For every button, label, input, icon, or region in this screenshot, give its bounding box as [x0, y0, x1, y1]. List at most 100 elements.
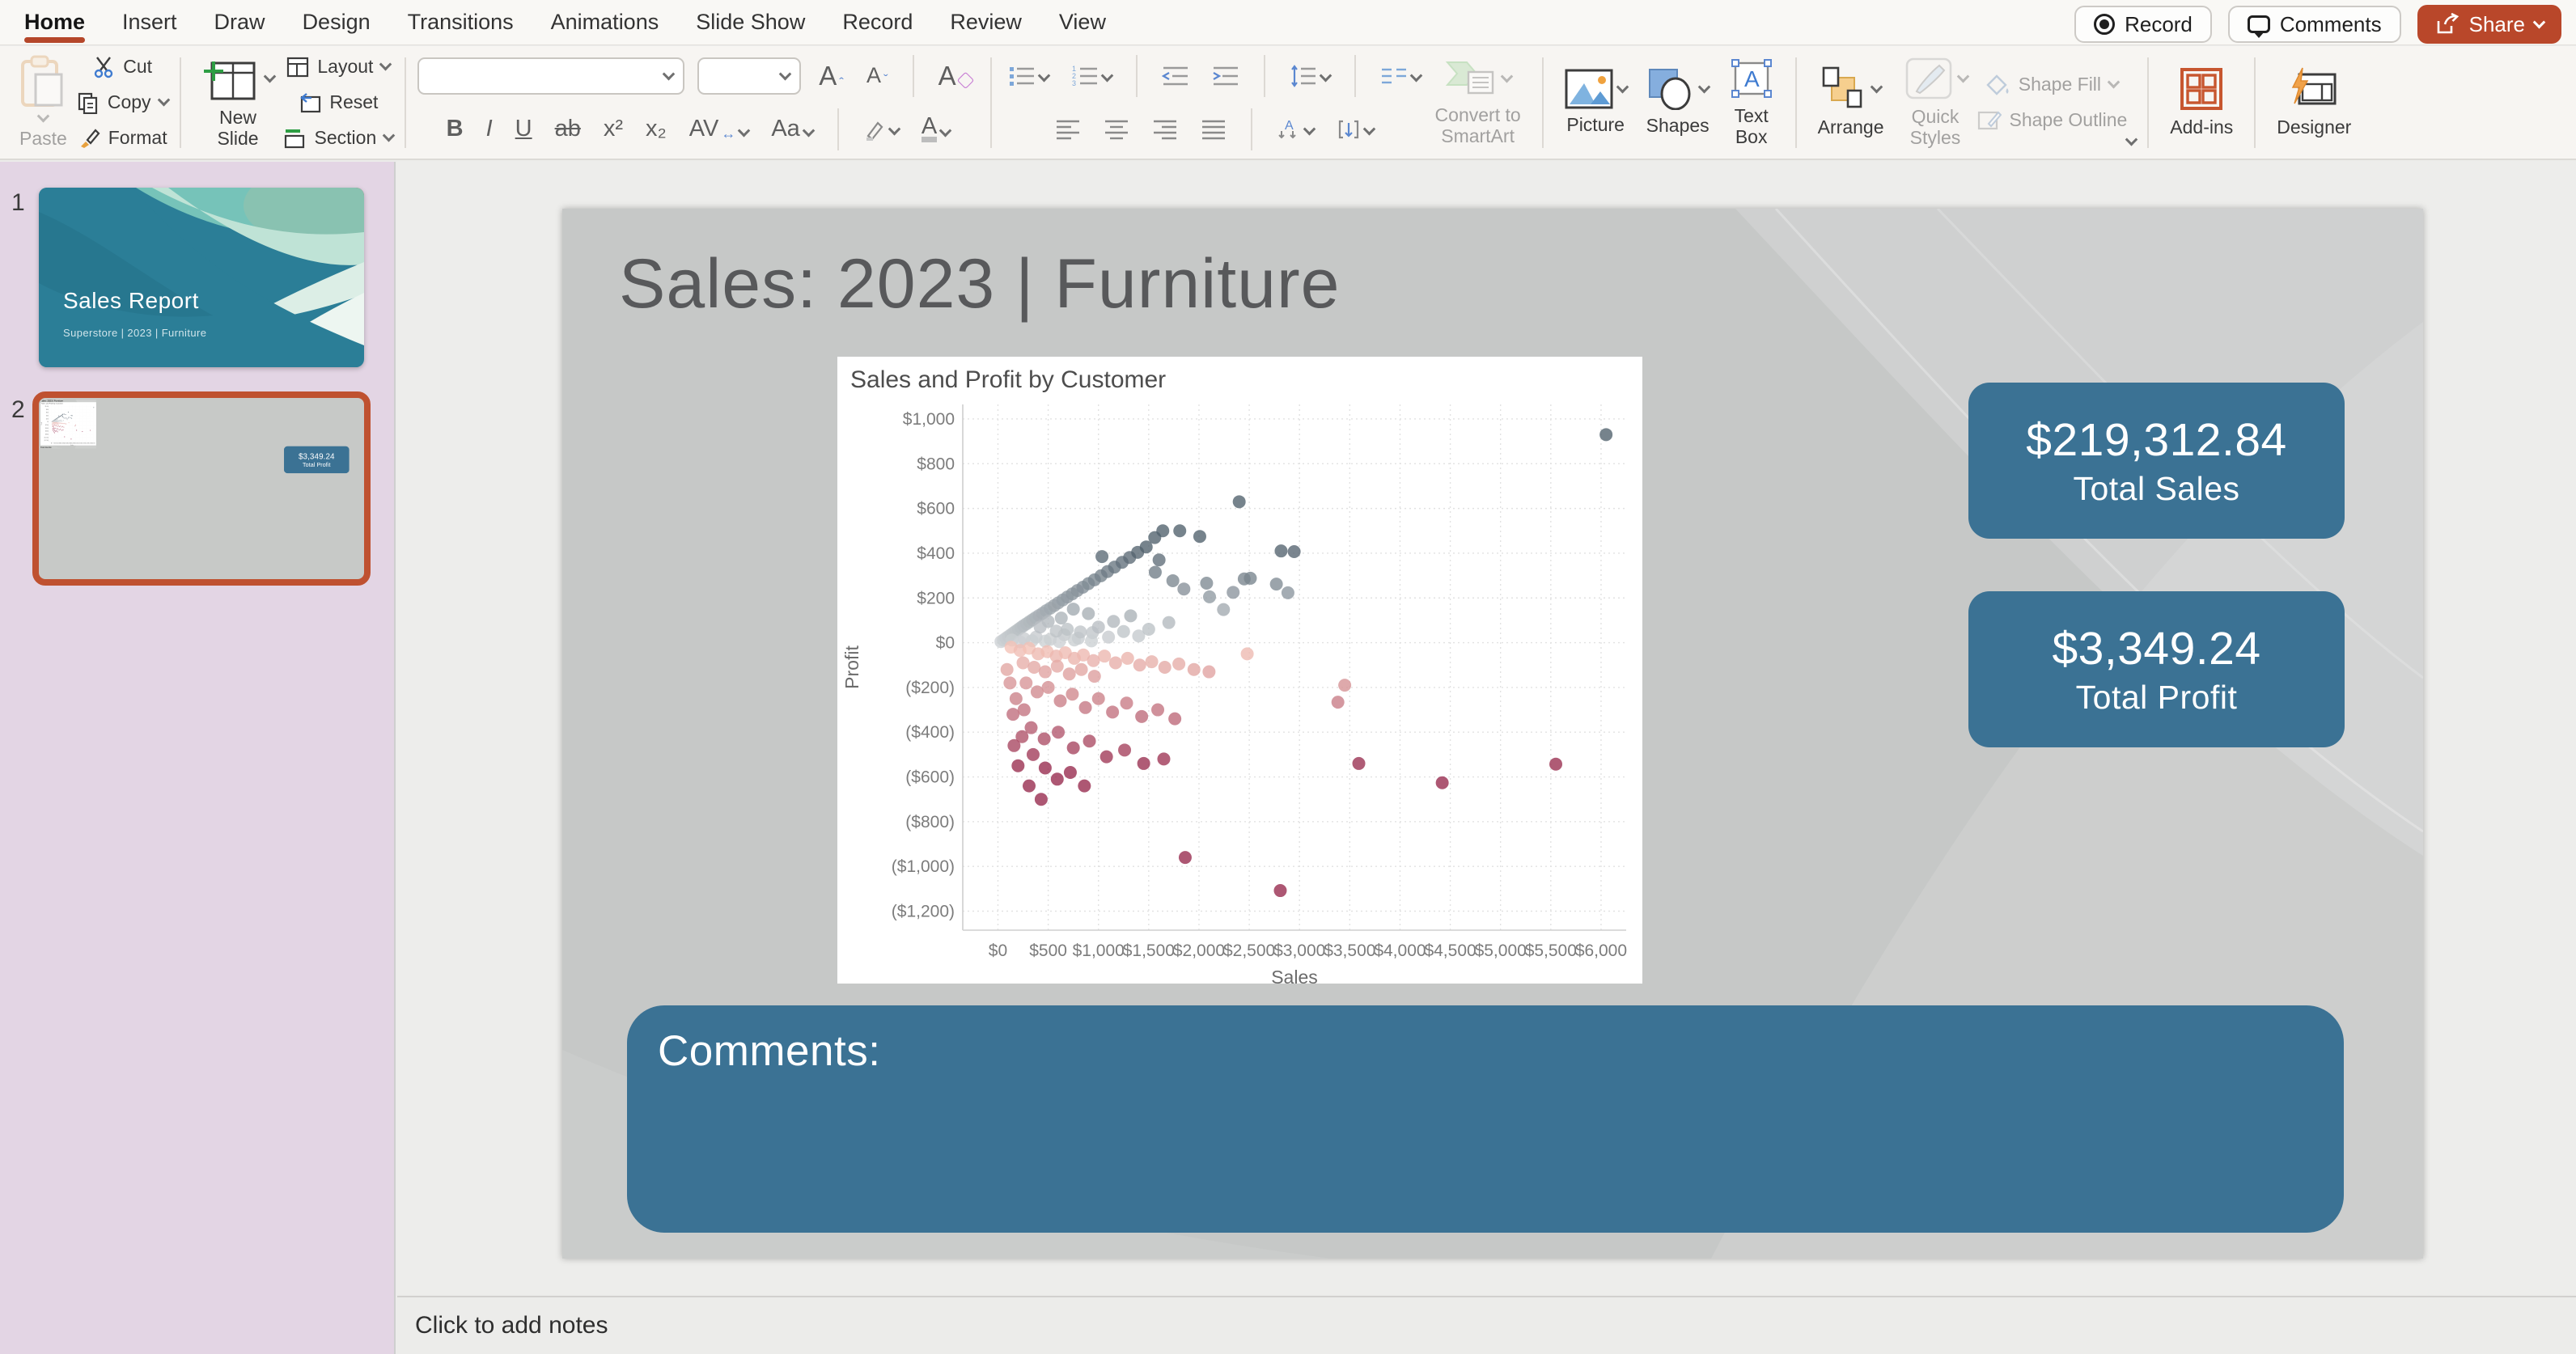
ribbon-divider: [1794, 57, 1797, 148]
new-slide-button[interactable]: New Slide: [193, 50, 284, 154]
paste-button[interactable]: Paste: [10, 50, 77, 154]
change-case-button[interactable]: Aa: [766, 116, 817, 142]
copy-button[interactable]: Copy: [77, 89, 170, 116]
font-size-select[interactable]: [697, 57, 802, 95]
tab-review[interactable]: Review: [950, 0, 1022, 44]
slide-1-thumbnail[interactable]: Sales Report Superstore | 2023 | Furnitu…: [39, 188, 364, 367]
convert-smartart-button[interactable]: Convert to SmartArt: [1426, 53, 1531, 152]
comments-label: Comments:: [658, 1027, 881, 1075]
underline-button[interactable]: U: [511, 116, 537, 142]
slide-1-title: Sales Report: [63, 288, 199, 313]
svg-text:$1,000: $1,000: [45, 406, 49, 408]
tab-record[interactable]: Record: [842, 0, 913, 44]
bullets-button[interactable]: [1003, 65, 1053, 87]
decrease-indent-button[interactable]: [1157, 65, 1194, 87]
line-spacing-button[interactable]: [1285, 64, 1335, 87]
add-ins-icon: [2179, 66, 2224, 112]
comments-text-box[interactable]: Comments:: [627, 1005, 2344, 1233]
svg-text:$3,500: $3,500: [1324, 941, 1375, 960]
bullets-chevron-icon: [1037, 69, 1050, 82]
svg-text:$200: $200: [917, 589, 955, 607]
strikethrough-button[interactable]: ab: [550, 116, 586, 142]
shape-fill-button[interactable]: Shape Fill: [1986, 71, 2121, 99]
new-slide-chevron-icon: [263, 70, 276, 83]
numbering-chevron-icon: [1100, 69, 1113, 82]
total-sales-kpi-card[interactable]: $219,312.84 Total Sales: [1968, 383, 2345, 539]
align-left-button[interactable]: [1050, 119, 1086, 140]
bullets-icon: [1009, 66, 1034, 86]
tab-insert[interactable]: Insert: [122, 0, 177, 44]
font-name-select[interactable]: [417, 57, 685, 95]
shape-outline-button[interactable]: Shape Outline: [1977, 107, 2127, 134]
comments-button[interactable]: Comments: [2227, 6, 2401, 43]
format-painter-button[interactable]: Format: [78, 125, 167, 152]
tab-slide-show[interactable]: Slide Show: [696, 0, 805, 44]
layout-button[interactable]: Layout: [286, 53, 392, 81]
bold-button[interactable]: B: [442, 116, 468, 142]
slide-title-text[interactable]: Sales: 2023 | Furniture: [619, 244, 1340, 324]
svg-text:$4,500: $4,500: [1424, 941, 1476, 960]
tab-transitions[interactable]: Transitions: [408, 0, 514, 44]
shapes-button[interactable]: Shapes: [1637, 63, 1719, 142]
notes-placeholder: Click to add notes: [415, 1312, 608, 1339]
slide-editing-surface[interactable]: Sales: 2023 | Furniture $1,000 $800 $600 $4…: [562, 209, 2423, 1259]
notes-pane[interactable]: Click to add notes: [397, 1296, 2576, 1354]
svg-text:$4,000: $4,000: [1374, 941, 1426, 960]
designer-label: Designer: [2277, 116, 2352, 138]
subscript-button[interactable]: x₂: [641, 116, 672, 142]
text-direction-button[interactable]: A: [1272, 118, 1319, 141]
quick-styles-button[interactable]: Quick Styles: [1894, 51, 1977, 154]
smartart-icon: [1444, 57, 1514, 99]
picture-button[interactable]: Picture: [1555, 64, 1637, 141]
reset-button[interactable]: Reset: [299, 89, 378, 116]
superscript-button[interactable]: x²: [599, 116, 628, 142]
increase-indent-icon: [1213, 66, 1238, 85]
justify-button[interactable]: [1196, 119, 1231, 140]
slide-2-thumbnail-selected[interactable]: Sales: 2023 | Furniture $1,000 $800 $600 $4…: [32, 391, 371, 586]
copy-icon: [78, 92, 97, 114]
highlight-button[interactable]: [858, 118, 904, 141]
total-profit-kpi-card[interactable]: $3,349.24 Total Profit: [1968, 591, 2345, 747]
text-box-button[interactable]: A Text Box: [1719, 52, 1784, 153]
designer-button[interactable]: Designer: [2267, 61, 2361, 143]
increase-indent-button[interactable]: [1207, 65, 1244, 87]
grow-font-button[interactable]: Aˆ: [814, 61, 849, 91]
tab-animations[interactable]: Animations: [551, 0, 659, 44]
svg-text:Profit: Profit: [40, 421, 43, 425]
scatter-chart[interactable]: $1,000 $800 $600 $400 $200 $0 ($200) ($400) ($60…: [837, 357, 1642, 984]
ribbon-collapse-chevron-icon[interactable]: [2125, 133, 2138, 150]
tab-home[interactable]: Home: [24, 0, 86, 44]
align-text-vertical-button[interactable]: [1332, 118, 1379, 141]
italic-button[interactable]: I: [481, 116, 498, 142]
arrange-button[interactable]: Arrange: [1808, 61, 1894, 143]
tab-design[interactable]: Design: [303, 0, 371, 44]
tab-draw[interactable]: Draw: [214, 0, 265, 44]
character-spacing-button[interactable]: AV ↔: [684, 116, 754, 142]
font-color-chevron-icon: [938, 124, 952, 138]
add-ins-button[interactable]: Add-ins: [2160, 61, 2243, 143]
share-button[interactable]: Share: [2417, 5, 2561, 44]
decrease-indent-icon: [1161, 66, 1188, 85]
layout-icon: [287, 57, 309, 77]
font-color-button[interactable]: A: [917, 114, 955, 143]
font-name-chevron-icon: [662, 67, 676, 80]
svg-text:($400): ($400): [905, 723, 955, 742]
line-spacing-icon: [1290, 64, 1316, 87]
record-button[interactable]: Record: [2074, 6, 2212, 43]
svg-text:$3,000: $3,000: [70, 442, 74, 444]
svg-text:$5,000: $5,000: [1475, 941, 1527, 960]
slide-2-number: 2: [11, 396, 25, 423]
change-case-chevron-icon: [802, 124, 816, 138]
quick-styles-chevron-icon: [1956, 70, 1969, 83]
slide-editing-surface[interactable]: Sales: 2023 | Furniture $1,000 $800 $600 $4…: [40, 400, 350, 474]
align-center-button[interactable]: [1099, 119, 1134, 140]
align-right-button[interactable]: [1147, 119, 1183, 140]
cut-button[interactable]: Cut: [92, 53, 152, 81]
section-button[interactable]: Section: [284, 125, 396, 152]
arrange-chevron-icon: [1870, 80, 1883, 94]
columns-button[interactable]: [1375, 65, 1426, 87]
tab-view[interactable]: View: [1059, 0, 1106, 44]
clear-formatting-button[interactable]: A ▢: [934, 61, 979, 91]
numbering-button[interactable]: 123: [1066, 65, 1116, 87]
shrink-font-button[interactable]: Aˇ: [862, 63, 893, 88]
